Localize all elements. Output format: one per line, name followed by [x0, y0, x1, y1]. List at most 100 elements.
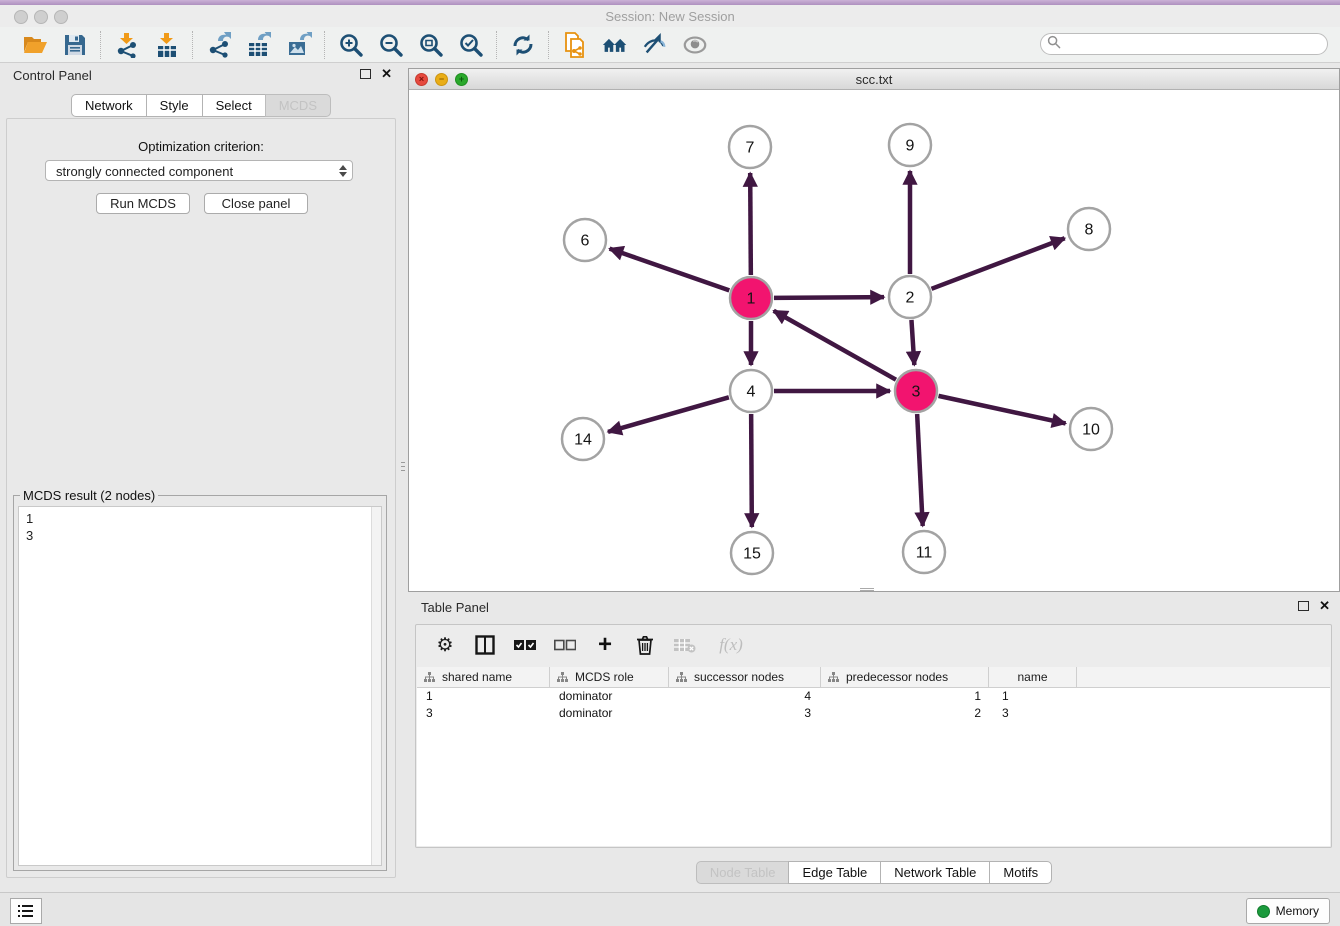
- memory-status-icon: [1257, 905, 1270, 918]
- graph-node-11[interactable]: 11: [903, 531, 945, 573]
- app-title: Session: New Session: [0, 9, 1340, 24]
- export-table-icon[interactable]: [246, 32, 272, 58]
- graph-node-10[interactable]: 10: [1070, 408, 1112, 450]
- graph-edge-3-11[interactable]: [917, 414, 923, 526]
- export-network-icon[interactable]: [206, 32, 232, 58]
- graph-node-15[interactable]: 15: [731, 532, 773, 574]
- vertical-splitter[interactable]: [400, 453, 406, 479]
- import-table-icon[interactable]: [154, 32, 180, 58]
- graph-edge-1-7[interactable]: [750, 173, 751, 275]
- search-icon: [1047, 35, 1061, 54]
- select-all-icon[interactable]: [514, 634, 536, 656]
- column-header-shared-name[interactable]: shared name: [417, 667, 550, 687]
- graph-node-4[interactable]: 4: [730, 370, 772, 412]
- horizontal-splitter[interactable]: [860, 588, 874, 592]
- graph-edge-2-8[interactable]: [932, 238, 1065, 289]
- mcds-panel: Optimization criterion: strongly connect…: [6, 118, 396, 878]
- graph-node-1[interactable]: 1: [730, 277, 772, 319]
- table-row[interactable]: 1dominator411: [417, 688, 1330, 705]
- graph-node-2[interactable]: 2: [889, 276, 931, 318]
- zoom-out-icon[interactable]: [378, 32, 404, 58]
- close-table-panel-icon[interactable]: ✕: [1319, 601, 1330, 611]
- zoom-fit-icon[interactable]: [418, 32, 444, 58]
- attribute-icon: [557, 672, 568, 683]
- svg-text:10: 10: [1082, 422, 1100, 439]
- tab-motifs[interactable]: Motifs: [989, 861, 1052, 884]
- apply-preferred-layout-icon[interactable]: [510, 32, 536, 58]
- graph-node-9[interactable]: 9: [889, 124, 931, 166]
- network-window-title: scc.txt: [409, 72, 1339, 87]
- zoom-selected-icon[interactable]: [458, 32, 484, 58]
- memory-label: Memory: [1276, 904, 1319, 918]
- tab-network[interactable]: Network: [71, 94, 147, 117]
- graph-edge-1-6[interactable]: [610, 249, 730, 291]
- column-header-name[interactable]: name: [989, 667, 1077, 687]
- criterion-dropdown[interactable]: strongly connected component: [45, 160, 353, 181]
- export-image-icon[interactable]: [286, 32, 312, 58]
- float-panel-icon[interactable]: [360, 69, 371, 79]
- zoom-in-icon[interactable]: [338, 32, 364, 58]
- save-session-icon[interactable]: [62, 32, 88, 58]
- search-input[interactable]: [1061, 36, 1327, 52]
- search-box[interactable]: [1040, 33, 1328, 55]
- table-cell: dominator: [550, 705, 669, 722]
- network-window-titlebar[interactable]: × − + scc.txt: [409, 69, 1339, 90]
- graph-node-3[interactable]: 3: [895, 370, 937, 412]
- task-history-button[interactable]: [10, 898, 42, 924]
- close-panel-icon[interactable]: ✕: [381, 69, 392, 79]
- mcds-result-list[interactable]: 13: [18, 506, 382, 866]
- column-header-predecessor-nodes[interactable]: predecessor nodes: [821, 667, 989, 687]
- table-cell: 3: [669, 705, 821, 722]
- svg-text:8: 8: [1085, 222, 1094, 239]
- show-columns-icon[interactable]: [474, 634, 496, 656]
- graph-node-8[interactable]: 8: [1068, 208, 1110, 250]
- delete-row-icon[interactable]: [634, 634, 656, 656]
- run-mcds-button[interactable]: Run MCDS: [96, 193, 190, 214]
- table-cell: 1: [989, 688, 1077, 705]
- hide-selected-icon[interactable]: [642, 32, 668, 58]
- graph-edge-2-3[interactable]: [911, 320, 914, 365]
- control-panel: Control Panel ✕ Network Style Select MCD…: [0, 64, 402, 892]
- graph-edge-4-14[interactable]: [608, 397, 729, 432]
- table-cell: 1: [821, 688, 989, 705]
- new-network-from-selection-icon[interactable]: [562, 32, 588, 58]
- graph-node-7[interactable]: 7: [729, 126, 771, 168]
- graph-node-6[interactable]: 6: [564, 219, 606, 261]
- add-row-icon[interactable]: +: [594, 634, 616, 656]
- table-toolbar: ⚙ + f(x): [416, 625, 1331, 665]
- mcds-result-title: MCDS result (2 nodes): [20, 488, 158, 503]
- graph-edge-4-15[interactable]: [751, 414, 752, 527]
- import-network-icon[interactable]: [114, 32, 140, 58]
- tab-select[interactable]: Select: [202, 94, 266, 117]
- network-canvas[interactable]: 7 9 6 8 1 2 4 3 14 10 15 11: [409, 89, 1339, 591]
- table-cell: 2: [821, 705, 989, 722]
- table-settings-icon[interactable]: ⚙: [434, 634, 456, 656]
- tab-style[interactable]: Style: [146, 94, 203, 117]
- attribute-icon: [828, 672, 839, 683]
- show-graphics-details-icon[interactable]: [682, 32, 708, 58]
- open-session-icon[interactable]: [22, 32, 48, 58]
- svg-text:14: 14: [574, 432, 592, 449]
- function-builder-icon[interactable]: f(x): [714, 634, 748, 656]
- memory-button[interactable]: Memory: [1246, 898, 1330, 924]
- svg-text:7: 7: [746, 140, 755, 157]
- tab-edge-table[interactable]: Edge Table: [788, 861, 881, 884]
- first-neighbors-icon[interactable]: [602, 32, 628, 58]
- tab-node-table[interactable]: Node Table: [696, 861, 790, 884]
- graph-edge-3-10[interactable]: [938, 396, 1065, 424]
- graph-edge-3-1[interactable]: [774, 311, 896, 380]
- table-row[interactable]: 3dominator323: [417, 705, 1330, 722]
- tab-mcds[interactable]: MCDS: [265, 94, 331, 117]
- table-cell: 4: [669, 688, 821, 705]
- result-scrollbar[interactable]: [371, 507, 381, 865]
- column-header-successor-nodes[interactable]: successor nodes: [669, 667, 821, 687]
- tab-network-table[interactable]: Network Table: [880, 861, 990, 884]
- clear-selection-icon[interactable]: [554, 634, 576, 656]
- close-panel-button[interactable]: Close panel: [204, 193, 308, 214]
- delete-table-icon[interactable]: [674, 634, 696, 656]
- graph-node-14[interactable]: 14: [562, 418, 604, 460]
- float-table-panel-icon[interactable]: [1298, 601, 1309, 611]
- main-titlebar: Session: New Session: [0, 5, 1340, 27]
- graph-edge-1-2[interactable]: [774, 297, 884, 298]
- column-header-mcds-role[interactable]: MCDS role: [550, 667, 669, 687]
